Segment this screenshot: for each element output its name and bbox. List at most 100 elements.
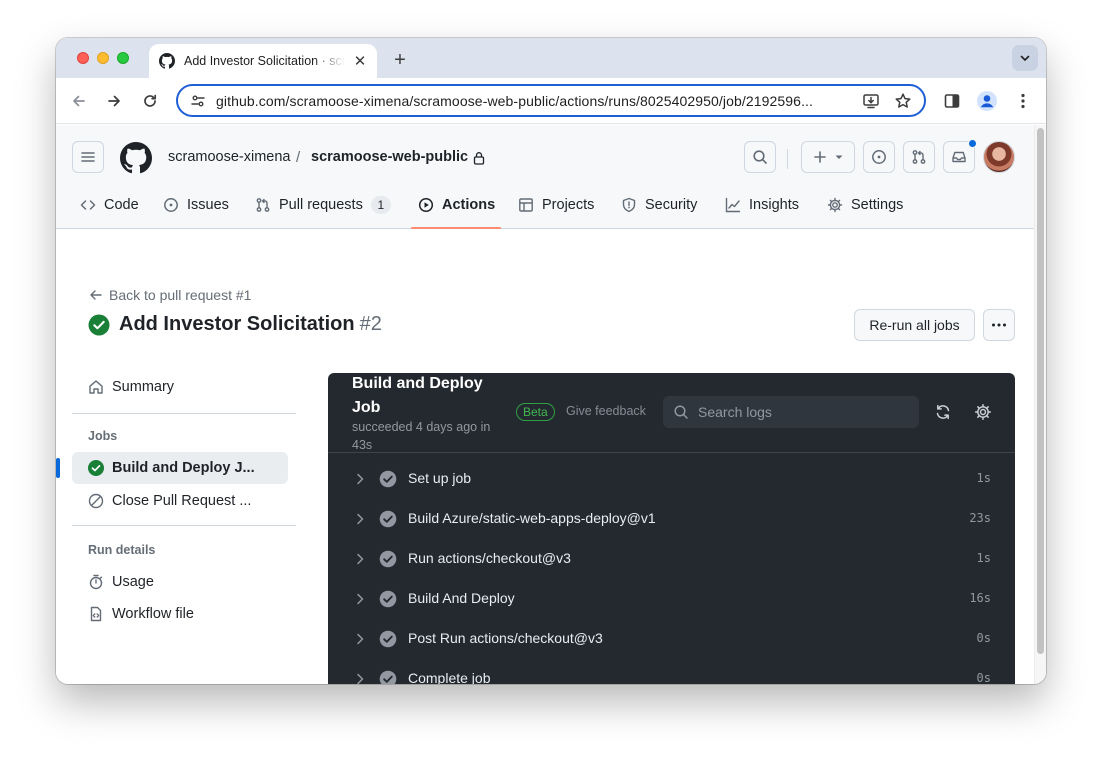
- close-tab-icon[interactable]: ✕: [351, 52, 369, 70]
- sync-icon: [936, 404, 950, 420]
- sidebar-job-close-pull-request[interactable]: Close Pull Request ...: [72, 485, 288, 517]
- job-step-row[interactable]: Set up job 1s: [328, 459, 1015, 499]
- browser-menu-button[interactable]: [1011, 89, 1035, 113]
- back-button[interactable]: [67, 89, 91, 113]
- global-menu-button[interactable]: [72, 141, 104, 173]
- lock-icon: [473, 152, 485, 165]
- job-step-row[interactable]: Build And Deploy 16s: [328, 579, 1015, 619]
- maximize-window-button[interactable]: [117, 52, 129, 64]
- tab-projects-label: Projects: [542, 197, 595, 213]
- github-favicon-icon: [159, 53, 175, 69]
- profile-button[interactable]: [975, 89, 999, 113]
- tab-actions[interactable]: Actions: [418, 181, 495, 229]
- check-circle-fill-icon: [379, 590, 397, 608]
- check-circle-fill-icon: [379, 470, 397, 488]
- site-settings-icon: [191, 95, 205, 106]
- log-settings-button[interactable]: [973, 402, 993, 422]
- user-avatar[interactable]: [983, 141, 1015, 173]
- issues-shortcut-button[interactable]: [863, 141, 895, 173]
- github-page: scramoose-ximena / scramoose-web-public: [56, 125, 1034, 684]
- check-circle-fill-icon: [379, 550, 397, 568]
- sidebar-item-workflow-file[interactable]: Workflow file: [72, 598, 288, 630]
- job-step-name: Post Run actions/checkout@v3: [408, 630, 603, 646]
- repo-header: scramoose-ximena / scramoose-web-public: [56, 125, 1034, 229]
- chevron-right-icon[interactable]: [354, 592, 366, 606]
- chevron-right-icon[interactable]: [354, 472, 366, 486]
- tab-insights-label: Insights: [749, 197, 799, 213]
- search-button[interactable]: [744, 141, 776, 173]
- tab-projects[interactable]: Projects: [518, 181, 594, 229]
- job-name: Build and Deploy Job: [352, 375, 483, 416]
- tab-security-label: Security: [645, 197, 698, 213]
- url-text[interactable]: github.com/scramoose-ximena/scramoose-we…: [216, 93, 850, 109]
- give-feedback-link[interactable]: Give feedback: [566, 404, 646, 418]
- git-pull-request-icon: [912, 150, 926, 164]
- pull-requests-shortcut-button[interactable]: [903, 141, 935, 173]
- shield-icon: [622, 197, 636, 213]
- back-to-pull-request-link[interactable]: Back to pull request #1: [89, 287, 251, 303]
- job-step-row[interactable]: Run actions/checkout@v3 1s: [328, 539, 1015, 579]
- job-step-duration: 0s: [976, 631, 991, 645]
- forward-button[interactable]: [102, 89, 126, 113]
- refresh-logs-button[interactable]: [933, 402, 953, 422]
- minimize-window-button[interactable]: [97, 52, 109, 64]
- browser-tab-active[interactable]: Add Investor Solicitation · scramoose-xi…: [149, 44, 377, 78]
- bookmark-star-icon[interactable]: [892, 90, 914, 112]
- sidebar-item-summary[interactable]: Summary: [72, 371, 288, 403]
- chevron-right-icon[interactable]: [354, 512, 366, 526]
- tab-issues-label: Issues: [187, 197, 229, 213]
- chevron-right-icon[interactable]: [354, 632, 366, 646]
- check-circle-fill-icon: [379, 630, 397, 648]
- rerun-all-jobs-button[interactable]: Re-run all jobs: [854, 309, 975, 341]
- github-logo-icon[interactable]: [120, 142, 152, 174]
- tab-settings[interactable]: Settings: [827, 181, 903, 229]
- search-logs-placeholder: Search logs: [698, 404, 772, 420]
- job-log-panel: Build and Deploy Job succeeded 4 days ag…: [328, 373, 1015, 684]
- kebab-horizontal-icon: [992, 323, 1006, 327]
- stopwatch-icon: [89, 574, 103, 590]
- job-status-text: succeeded 4 days ago in 43s: [352, 420, 491, 452]
- close-window-button[interactable]: [77, 52, 89, 64]
- side-panel-button[interactable]: [940, 89, 964, 113]
- run-title-text: Add Investor Solicitation: [119, 313, 355, 335]
- job-step-row[interactable]: Complete job 0s: [328, 659, 1015, 684]
- tab-search-button[interactable]: [1012, 45, 1038, 71]
- breadcrumb-repo[interactable]: scramoose-web-public: [311, 149, 468, 165]
- search-icon: [674, 405, 688, 419]
- reload-button[interactable]: [138, 89, 162, 113]
- tab-security[interactable]: Security: [621, 181, 697, 229]
- run-title: Add Investor Solicitation #2: [88, 313, 382, 336]
- chevron-right-icon[interactable]: [354, 672, 366, 684]
- chevron-right-icon[interactable]: [354, 552, 366, 566]
- sidebar-summary-label: Summary: [112, 379, 175, 395]
- page-scrollbar-thumb[interactable]: [1037, 128, 1044, 654]
- issue-opened-icon: [872, 150, 886, 164]
- new-tab-icon[interactable]: +: [388, 48, 412, 72]
- address-bar[interactable]: github.com/scramoose-ximena/scramoose-we…: [176, 84, 926, 117]
- sidebar-item-usage[interactable]: Usage: [72, 566, 288, 598]
- tab-code[interactable]: Code: [80, 181, 139, 229]
- tab-settings-label: Settings: [851, 197, 904, 213]
- job-step-row[interactable]: Build Azure/static-web-apps-deploy@v1 23s: [328, 499, 1015, 539]
- tab-insights[interactable]: Insights: [725, 181, 799, 229]
- sidebar-usage-label: Usage: [112, 574, 154, 590]
- job-step-name: Run actions/checkout@v3: [408, 550, 571, 566]
- selected-indicator: [56, 458, 60, 478]
- create-new-button[interactable]: [801, 141, 855, 173]
- tab-pull-requests[interactable]: Pull requests 1: [255, 181, 391, 229]
- chevron-down-icon: [1020, 55, 1030, 62]
- header-divider: [787, 149, 788, 169]
- tab-title: Add Investor Solicitation · scramoose-xi…: [184, 54, 345, 68]
- job-step-row[interactable]: Post Run actions/checkout@v3 0s: [328, 619, 1015, 659]
- jobs-heading: Jobs: [88, 429, 118, 443]
- pull-requests-counter: 1: [370, 196, 391, 214]
- run-more-options-button[interactable]: [983, 309, 1015, 341]
- tab-issues[interactable]: Issues: [163, 181, 229, 229]
- sidebar-job-build-and-deploy[interactable]: Build and Deploy J...: [56, 452, 288, 484]
- repo-nav: Code Issues Pull requests 1 Actions Proj…: [56, 181, 1034, 229]
- side-panel-icon: [944, 94, 960, 108]
- install-app-icon[interactable]: [860, 90, 882, 112]
- search-logs-input[interactable]: Search logs: [663, 396, 919, 428]
- breadcrumb-owner[interactable]: scramoose-ximena: [168, 149, 291, 165]
- tab-actions-label: Actions: [442, 197, 496, 213]
